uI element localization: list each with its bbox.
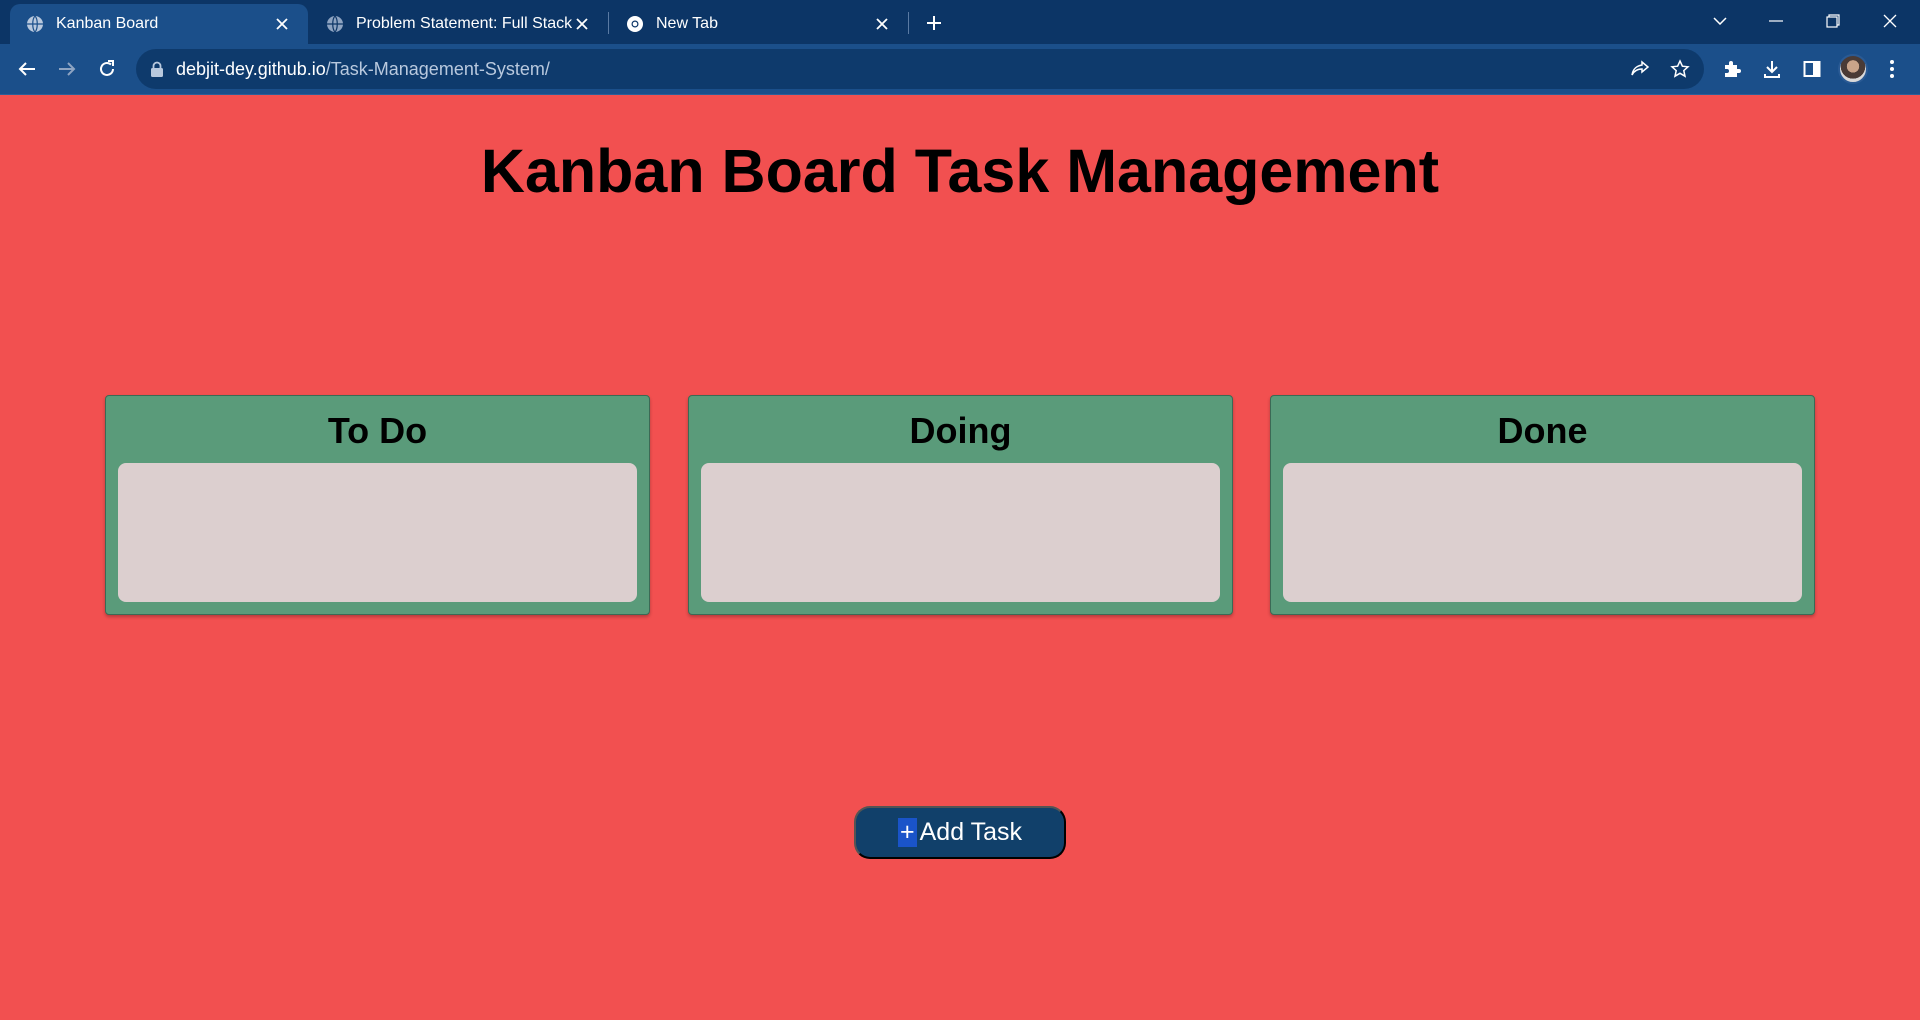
- extensions-puzzle-icon[interactable]: [1716, 53, 1748, 85]
- viewport-divider: [0, 94, 1920, 95]
- back-arrow-icon[interactable]: [11, 53, 43, 85]
- task-dropzone[interactable]: [1283, 463, 1802, 602]
- column-title: Doing: [909, 410, 1012, 451]
- browser-tab-problem-statement[interactable]: Problem Statement: Full Stack De: [310, 4, 608, 44]
- column-done: Done: [1270, 395, 1815, 615]
- share-icon[interactable]: [1624, 53, 1656, 85]
- browser-toolbar: debjit-dey.github.io/Task-Management-Sys…: [0, 44, 1920, 94]
- task-dropzone[interactable]: [118, 463, 637, 602]
- chrome-icon: [627, 16, 643, 32]
- column-title: Done: [1497, 410, 1588, 451]
- minimize-icon[interactable]: [1756, 6, 1796, 36]
- url-text: debjit-dey.github.io/Task-Management-Sys…: [176, 59, 550, 80]
- browser-tab-strip: Kanban Board Problem Statement: Full Sta…: [0, 0, 1920, 44]
- new-tab-plus-icon[interactable]: [920, 9, 948, 37]
- more-menu-icon[interactable]: [1876, 53, 1908, 85]
- restore-icon[interactable]: [1813, 6, 1853, 36]
- address-bar[interactable]: debjit-dey.github.io/Task-Management-Sys…: [136, 49, 1704, 89]
- task-dropzone[interactable]: [701, 463, 1220, 602]
- tab-separator: [908, 12, 909, 34]
- tab-search-chevron-icon[interactable]: [1700, 6, 1740, 36]
- close-tab-icon[interactable]: [272, 14, 292, 34]
- tab-title: New Tab: [656, 15, 718, 32]
- close-tab-icon[interactable]: [572, 14, 592, 34]
- url-path: /Task-Management-System/: [325, 58, 550, 79]
- lock-icon: [151, 61, 163, 77]
- side-panel-icon[interactable]: [1796, 53, 1828, 85]
- url-domain: debjit-dey.github.io: [176, 58, 326, 79]
- profile-avatar[interactable]: [1838, 54, 1868, 84]
- column-doing: Doing: [688, 395, 1233, 615]
- bookmark-star-icon[interactable]: [1664, 53, 1696, 85]
- download-icon[interactable]: [1756, 53, 1788, 85]
- add-task-button[interactable]: + Add Task: [854, 806, 1066, 859]
- globe-icon: [327, 15, 343, 33]
- plus-icon: +: [898, 818, 917, 847]
- close-tab-icon[interactable]: [872, 14, 892, 34]
- forward-arrow-icon[interactable]: [51, 53, 83, 85]
- browser-tab-new-tab[interactable]: New Tab: [610, 4, 908, 44]
- globe-icon: [27, 15, 43, 33]
- close-window-icon[interactable]: [1870, 6, 1910, 36]
- column-title: To Do: [327, 410, 428, 451]
- tab-title: Problem Statement: Full Stack De: [356, 15, 572, 32]
- tab-title: Kanban Board: [56, 15, 159, 32]
- browser-tab-kanban-board[interactable]: Kanban Board: [10, 4, 308, 44]
- column-to-do: To Do: [105, 395, 650, 615]
- reload-icon[interactable]: [91, 53, 123, 85]
- page-title: Kanban Board Task Management: [480, 137, 1440, 205]
- add-task-label: Add Task: [919, 818, 1022, 846]
- tab-separator: [608, 12, 609, 34]
